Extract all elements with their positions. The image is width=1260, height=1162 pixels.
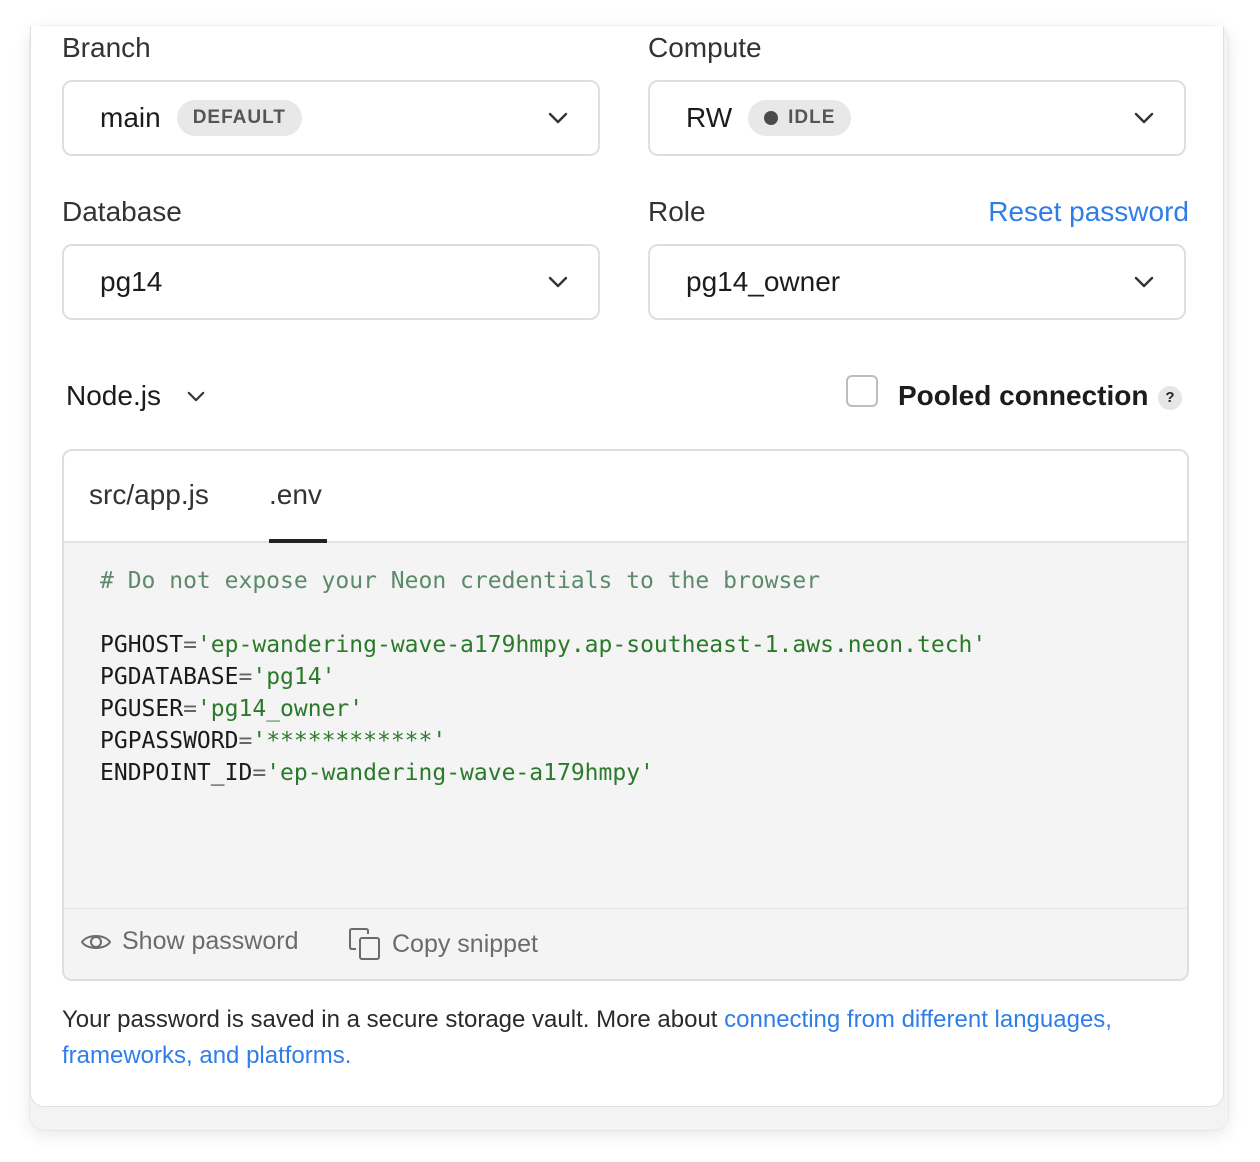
reset-password-link[interactable]: Reset password: [988, 198, 1189, 226]
copy-icon: [349, 928, 380, 960]
code-key: PGHOST: [100, 632, 184, 658]
compute-status-label: IDLE: [788, 107, 836, 128]
chevron-down-icon: [548, 276, 568, 288]
code-line: PGUSER='pg14_owner': [100, 696, 364, 722]
role-select[interactable]: pg14_owner: [648, 244, 1186, 320]
show-password-label: Show password: [122, 927, 299, 955]
chevron-down-icon: [187, 391, 205, 401]
default-badge: DEFAULT: [176, 100, 302, 136]
compute-status-badge: IDLE: [748, 100, 852, 136]
eye-icon: [80, 934, 112, 949]
pooled-connection-checkbox[interactable]: [846, 375, 878, 407]
tab-env[interactable]: .env: [269, 479, 322, 511]
help-icon[interactable]: ?: [1158, 386, 1182, 410]
compute-select[interactable]: RW IDLE: [648, 80, 1186, 156]
show-password-button[interactable]: Show password: [80, 927, 298, 956]
pooled-connection-label: Pooled connection: [898, 380, 1149, 411]
code-value: 'pg14_owner': [196, 696, 364, 722]
role-value: pg14_owner: [686, 266, 841, 297]
status-dot-icon: [764, 111, 779, 125]
code-line: PGDATABASE='pg14': [100, 664, 336, 690]
copy-snippet-label: Copy snippet: [392, 929, 538, 958]
language-select[interactable]: Node.js: [66, 380, 205, 412]
branch-select[interactable]: main DEFAULT: [62, 80, 600, 156]
note-text: Your password is saved in a secure stora…: [62, 1006, 725, 1033]
default-badge-label: DEFAULT: [192, 107, 286, 128]
file-tabs: src/app.js .env: [64, 451, 1187, 543]
code-footer: Show password Copy snippet: [64, 908, 1187, 979]
chevron-down-icon: [1134, 112, 1154, 124]
role-label: Role: [648, 196, 706, 227]
chevron-down-icon: [548, 112, 568, 124]
code-value: 'ep-wandering-wave-a179hmpy.ap-southeast…: [196, 632, 987, 658]
code-key: PGDATABASE: [100, 664, 239, 690]
code-snippet-card: src/app.js .env # Do not expose your Neo…: [62, 449, 1189, 981]
chevron-down-icon: [1134, 276, 1154, 288]
branch-label: Branch: [62, 32, 151, 63]
tab-src-app-js[interactable]: src/app.js: [89, 479, 209, 511]
code-value: 'pg14': [252, 664, 336, 690]
compute-value: RW: [686, 102, 733, 133]
database-value: pg14: [100, 266, 163, 297]
database-label: Database: [62, 196, 182, 227]
copy-snippet-button[interactable]: Copy snippet: [348, 927, 538, 961]
code-key: PGPASSWORD: [100, 728, 239, 754]
branch-value: main: [100, 102, 161, 133]
password-storage-note: Your password is saved in a secure stora…: [62, 1002, 1142, 1074]
language-value: Node.js: [66, 380, 161, 411]
code-value: '************': [252, 728, 447, 754]
code-line: ENDPOINT_ID='ep-wandering-wave-a179hmpy': [100, 760, 654, 786]
code-line: PGPASSWORD='************': [100, 728, 447, 754]
code-value: 'ep-wandering-wave-a179hmpy': [266, 760, 654, 786]
code-block: # Do not expose your Neon credentials to…: [100, 565, 986, 789]
compute-label: Compute: [648, 32, 762, 63]
code-key: ENDPOINT_ID: [100, 760, 253, 786]
active-tab-indicator: [269, 539, 327, 543]
code-line: PGHOST='ep-wandering-wave-a179hmpy.ap-so…: [100, 632, 987, 658]
code-key: PGUSER: [100, 696, 184, 722]
code-comment: # Do not expose your Neon credentials to…: [100, 568, 821, 594]
database-select[interactable]: pg14: [62, 244, 600, 320]
